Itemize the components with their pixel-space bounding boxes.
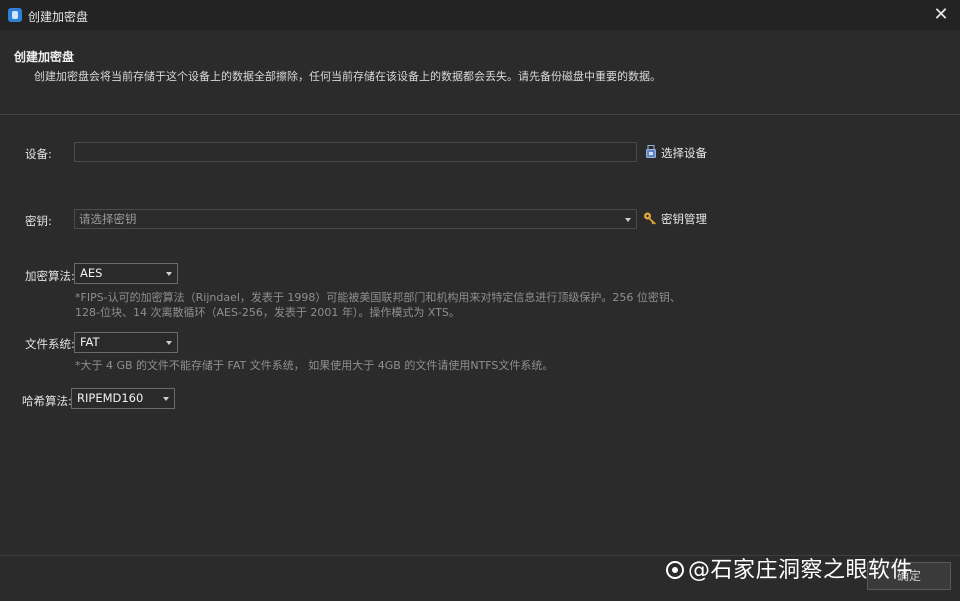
watermark-logo-icon <box>666 561 684 579</box>
filesystem-dropdown[interactable]: FAT <box>74 332 178 353</box>
header-description: 创建加密盘会将当前存储于这个设备上的数据全部擦除，任何当前存储在该设备上的数据都… <box>34 70 661 83</box>
select-device-button[interactable]: 选择设备 <box>645 145 707 162</box>
device-field[interactable] <box>74 142 637 162</box>
chevron-down-icon <box>163 397 169 401</box>
usb-drive-icon <box>645 145 658 162</box>
algorithm-note-line2: 128-位块、14 次离散循环（AES-256，发表于 2001 年）。操作模式… <box>75 306 460 319</box>
filesystem-note: *大于 4 GB 的文件不能存储于 FAT 文件系统， 如果使用大于 4GB 的… <box>75 359 554 372</box>
algorithm-label: 加密算法: <box>25 269 75 283</box>
key-label: 密钥: <box>25 214 52 228</box>
hash-selected: RIPEMD160 <box>77 391 144 405</box>
key-icon <box>643 211 658 228</box>
device-label: 设备: <box>25 147 52 161</box>
algorithm-selected: AES <box>80 266 103 280</box>
key-management-label: 密钥管理 <box>661 212 707 226</box>
key-select[interactable]: 请选择密钥 <box>74 209 637 229</box>
hash-dropdown[interactable]: RIPEMD160 <box>71 388 175 409</box>
watermark: @石家庄洞察之眼软件 <box>666 552 913 584</box>
app-icon <box>8 8 22 22</box>
hash-label: 哈希算法: <box>22 394 72 408</box>
watermark-text: @石家庄洞察之眼软件 <box>688 558 914 583</box>
filesystem-label: 文件系统: <box>25 337 75 351</box>
key-placeholder: 请选择密钥 <box>79 212 137 226</box>
algorithm-dropdown[interactable]: AES <box>74 263 178 284</box>
window-title: 创建加密盘 <box>28 10 89 24</box>
header-title: 创建加密盘 <box>14 50 75 64</box>
header-divider <box>0 114 960 115</box>
chevron-down-icon <box>166 341 172 345</box>
chevron-down-icon <box>625 218 631 222</box>
close-icon[interactable]: ✕ <box>930 4 952 26</box>
key-management-button[interactable]: 密钥管理 <box>643 211 707 228</box>
dialog-header: 创建加密盘 创建加密盘会将当前存储于这个设备上的数据全部擦除，任何当前存储在该设… <box>0 30 960 114</box>
filesystem-selected: FAT <box>80 335 100 349</box>
algorithm-note-line1: *FIPS-认可的加密算法（Rijndael，发表于 1998）可能被美国联邦部… <box>75 291 681 304</box>
title-bar: 创建加密盘 ✕ <box>0 0 960 31</box>
select-device-label: 选择设备 <box>661 146 707 160</box>
chevron-down-icon <box>166 272 172 276</box>
